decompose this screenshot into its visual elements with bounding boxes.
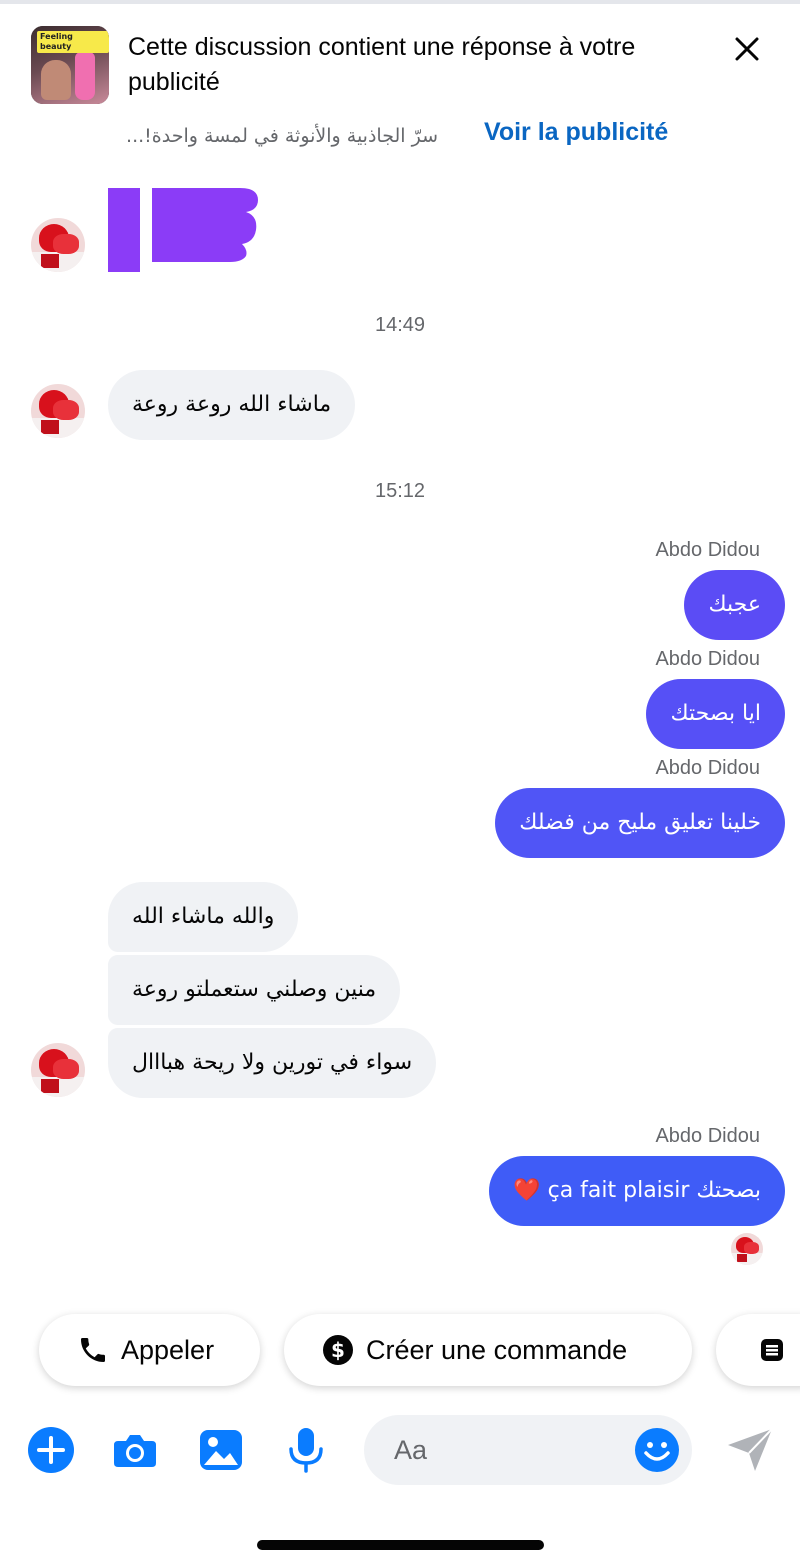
close-icon[interactable] xyxy=(732,34,762,64)
thumbnail-caption: Feeling beauty xyxy=(37,31,109,53)
create-order-chip[interactable]: $ Créer une commande xyxy=(284,1314,692,1386)
avatar-shape xyxy=(737,1254,747,1262)
avatar-shape xyxy=(744,1242,759,1254)
thumbnail-bottle xyxy=(75,52,95,100)
timestamp: 15:12 xyxy=(374,480,426,502)
view-ad-link[interactable]: Voir la publicité xyxy=(484,118,668,147)
avatar-shape xyxy=(41,420,59,434)
call-label: Appeler xyxy=(121,1334,215,1365)
avatar[interactable] xyxy=(31,218,85,272)
camera-icon[interactable] xyxy=(110,1425,160,1475)
incoming-message[interactable]: منين وصلني ستعملتو روعة xyxy=(108,955,401,1025)
top-divider xyxy=(0,0,800,4)
microphone-icon[interactable] xyxy=(281,1425,331,1475)
ad-thumbnail[interactable]: Feeling beauty xyxy=(31,26,109,104)
seen-avatar xyxy=(731,1233,763,1265)
call-chip[interactable]: Appeler xyxy=(39,1314,260,1386)
send-icon[interactable] xyxy=(725,1425,775,1475)
outgoing-message[interactable]: عجبك xyxy=(684,570,785,640)
sender-name: Abdo Didou xyxy=(655,539,760,561)
message-placeholder: Aa xyxy=(394,1435,428,1465)
avatar-shape xyxy=(53,234,79,254)
timestamp: 14:49 xyxy=(374,314,426,336)
avatar-shape xyxy=(731,1253,763,1265)
phone-icon xyxy=(81,1338,105,1362)
emoji-icon[interactable] xyxy=(634,1427,680,1473)
ad-banner-title: Cette discussion contient une réponse à … xyxy=(128,33,636,96)
sender-name: Abdo Didou xyxy=(655,648,760,670)
avatar-shape xyxy=(41,1079,59,1093)
outgoing-message[interactable]: بصحتك ça fait plaisir ❤️ xyxy=(489,1156,785,1226)
ad-banner-subtitle: سرّ الجاذبية والأنوثة في لمسة واحدة!... xyxy=(128,125,438,147)
home-indicator xyxy=(257,1540,544,1550)
outgoing-message[interactable]: خلينا تعليق مليح من فضلك xyxy=(495,788,785,858)
avatar-shape xyxy=(53,1059,79,1079)
avatar-shape xyxy=(53,400,79,420)
sticker-emoji xyxy=(108,188,258,272)
sender-name: Abdo Didou xyxy=(655,757,760,779)
incoming-message[interactable]: سواء في تورين ولا ريحة هبااال xyxy=(108,1028,437,1098)
more-chip[interactable] xyxy=(716,1314,800,1386)
plus-icon[interactable] xyxy=(26,1425,76,1475)
thumbnail-hand xyxy=(41,60,71,100)
incoming-message[interactable]: والله ماشاء الله xyxy=(108,882,299,952)
avatar[interactable] xyxy=(31,1043,85,1097)
gallery-icon[interactable] xyxy=(196,1425,246,1475)
svg-text:$: $ xyxy=(331,1338,345,1362)
avatar[interactable] xyxy=(31,384,85,438)
message-input[interactable]: Aa xyxy=(364,1415,692,1485)
avatar-shape xyxy=(41,254,59,268)
outgoing-message[interactable]: ايا بصحتك xyxy=(646,679,785,749)
incoming-message[interactable]: ماشاء الله روعة روعة xyxy=(108,370,356,440)
note-icon xyxy=(761,1339,783,1361)
sender-name: Abdo Didou xyxy=(655,1125,760,1147)
create-order-label: Créer une commande xyxy=(366,1334,628,1365)
dollar-icon: $ xyxy=(323,1335,353,1365)
